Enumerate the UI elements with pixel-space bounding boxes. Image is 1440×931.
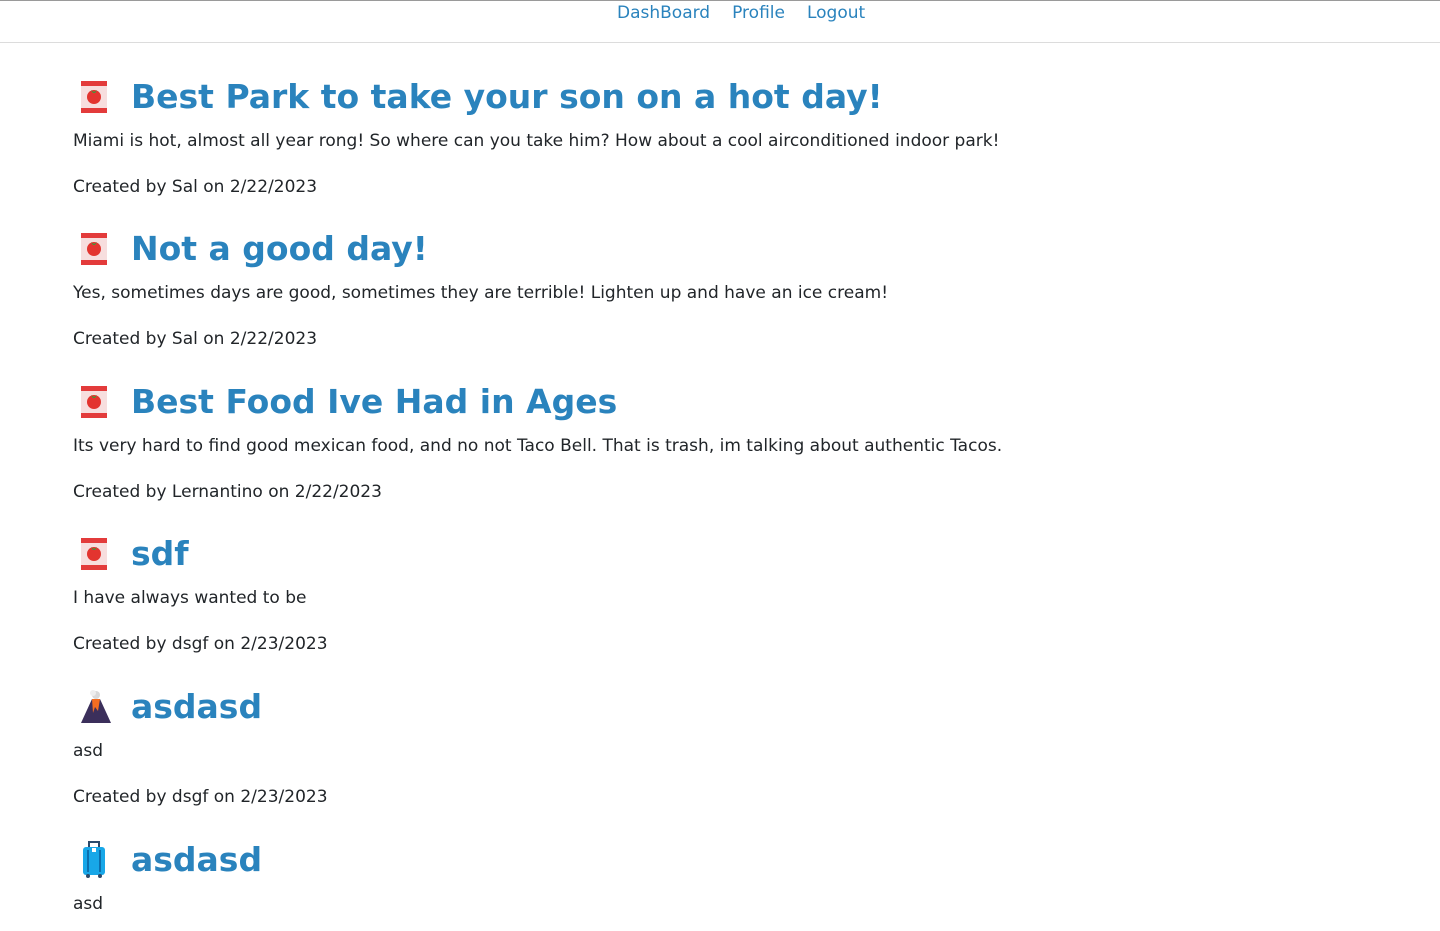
post-body: I have always wanted to be (73, 588, 307, 608)
tomato-can-icon (73, 226, 121, 272)
post-meta: Created by Lernantino on 2/22/2023 (73, 482, 382, 502)
post-header: Not a good day! (73, 226, 1373, 272)
luggage-icon (73, 837, 121, 883)
post-card: Not a good day! Yes, sometimes days are … (73, 226, 1373, 350)
post-meta: Created by dsgf on 2/23/2023 (73, 787, 328, 807)
volcano-icon (73, 684, 121, 730)
tomato-can-icon (73, 379, 121, 425)
post-meta: Created by Sal on 2/22/2023 (73, 177, 318, 197)
post-body: Yes, sometimes days are good, sometimes … (73, 283, 889, 303)
post-card: Best Park to take your son on a hot day!… (73, 74, 1373, 198)
nav-dashboard-link[interactable]: DashBoard (617, 2, 710, 24)
tomato-can-icon (73, 531, 121, 577)
post-header: asdasd (73, 837, 1373, 883)
post-title-link[interactable]: asdasd (131, 837, 262, 883)
post-body: asd (73, 741, 104, 761)
post-card: asdasd asd (73, 837, 1373, 915)
post-body: asd (73, 894, 104, 914)
post-title-link[interactable]: Best Food Ive Had in Ages (131, 379, 617, 425)
post-header: sdf (73, 531, 1373, 577)
nav-links: DashBoard Profile Logout (617, 2, 865, 24)
post-body: Miami is hot, almost all year rong! So w… (73, 131, 1000, 151)
post-title-link[interactable]: asdasd (131, 684, 262, 730)
nav-logout-link[interactable]: Logout (807, 2, 865, 24)
tomato-can-icon (73, 74, 121, 120)
post-header: Best Food Ive Had in Ages (73, 379, 1373, 425)
post-title-link[interactable]: sdf (131, 531, 189, 577)
post-header: Best Park to take your son on a hot day! (73, 74, 1373, 120)
post-meta: Created by Sal on 2/22/2023 (73, 329, 318, 349)
post-card: sdf I have always wanted to be Created b… (73, 531, 1373, 655)
post-header: asdasd (73, 684, 1373, 730)
post-meta: Created by dsgf on 2/23/2023 (73, 634, 328, 654)
nav-profile-link[interactable]: Profile (732, 2, 785, 24)
top-navbar: DashBoard Profile Logout (0, 0, 1440, 43)
post-card: Best Food Ive Had in Ages Its very hard … (73, 379, 1373, 503)
post-title-link[interactable]: Best Park to take your son on a hot day! (131, 74, 883, 120)
post-card: asdasd asd Created by dsgf on 2/23/2023 (73, 684, 1373, 808)
post-title-link[interactable]: Not a good day! (131, 226, 428, 272)
post-body: Its very hard to find good mexican food,… (73, 436, 1003, 456)
